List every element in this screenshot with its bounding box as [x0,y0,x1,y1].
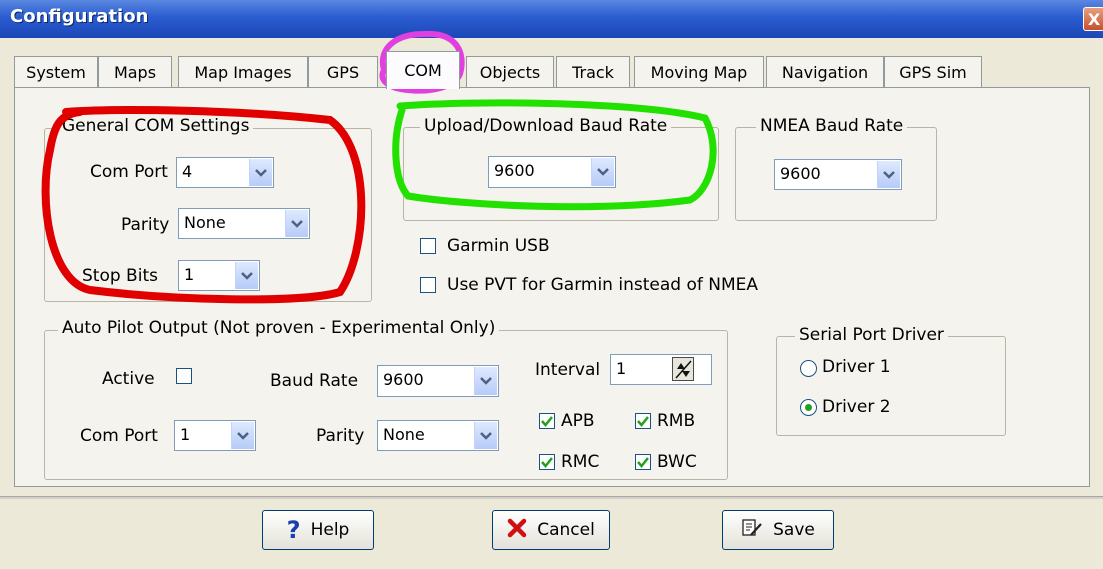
red-annotation-circle [41,106,366,304]
tab-com[interactable]: COM [386,51,460,89]
green-annotation-circle [392,99,717,211]
annotation-overlay [41,30,717,304]
